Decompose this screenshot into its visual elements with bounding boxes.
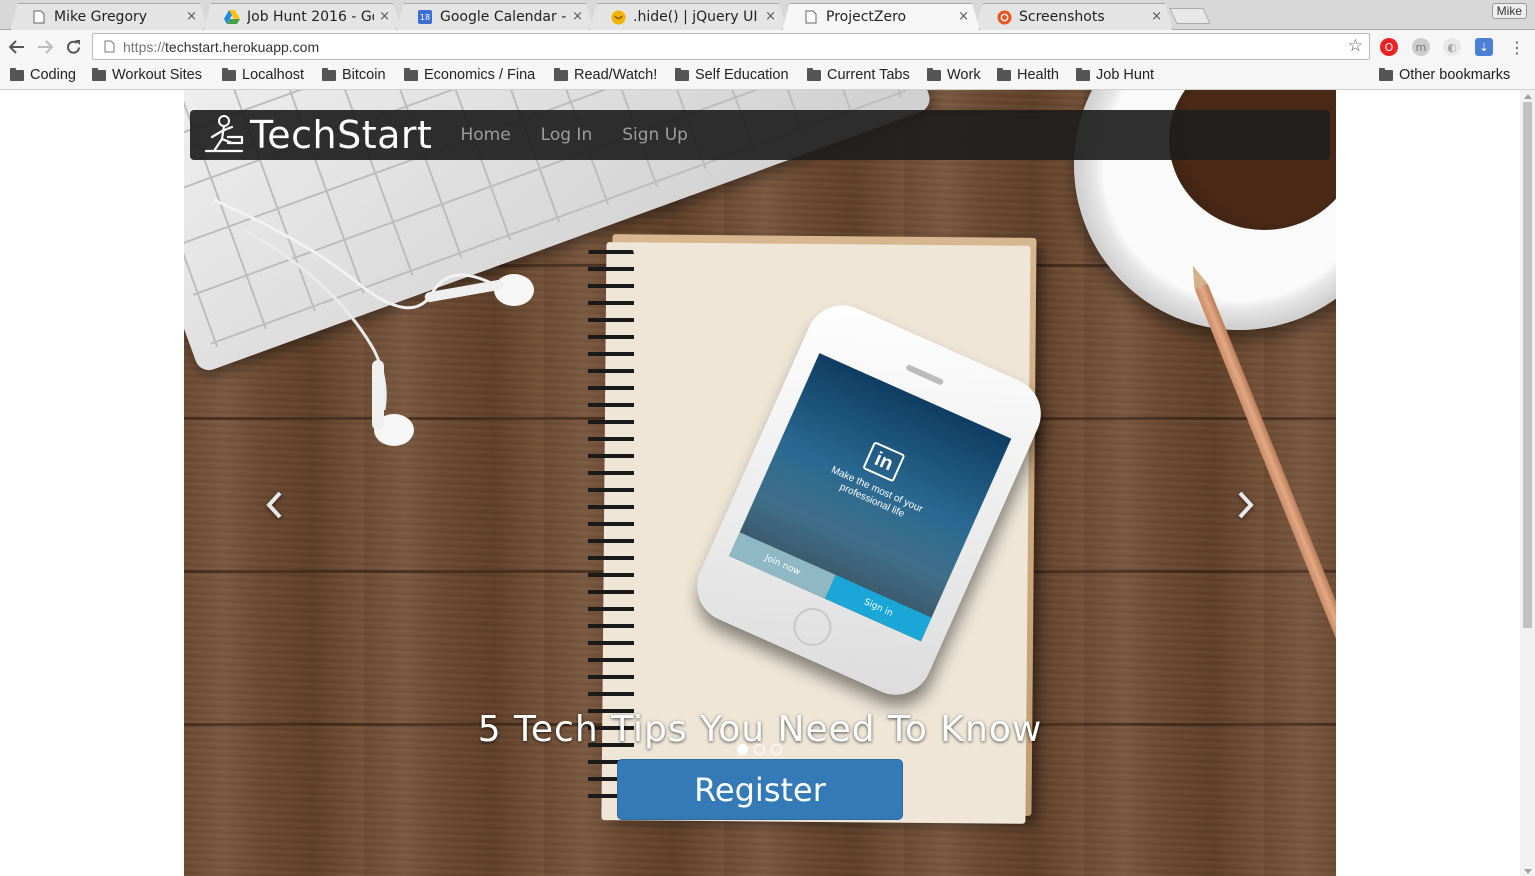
google-calendar-icon: 18 bbox=[417, 9, 433, 25]
tab-strip: Mike Gregory × Job Hunt 2016 - Go × 18 G… bbox=[0, 0, 1535, 30]
extension-generic-icon[interactable]: ◐ bbox=[1443, 38, 1461, 56]
new-tab-button[interactable] bbox=[1169, 8, 1211, 24]
carousel-indicator-2[interactable] bbox=[754, 744, 765, 755]
carousel-indicators bbox=[737, 744, 782, 755]
tab-jquery-hide[interactable]: .hide() | jQuery UI A × bbox=[589, 3, 787, 30]
folder-icon bbox=[1076, 67, 1090, 81]
tab-close-icon[interactable]: × bbox=[379, 9, 390, 24]
folder-icon bbox=[675, 67, 689, 81]
scroll-up-icon[interactable] bbox=[1524, 94, 1532, 99]
nav-link-signup[interactable]: Sign Up bbox=[622, 125, 688, 145]
ubuntu-icon bbox=[996, 9, 1012, 25]
phone-join-label: Join now bbox=[729, 532, 836, 599]
tab-title: Screenshots bbox=[1019, 9, 1105, 25]
chevron-right-icon bbox=[1238, 491, 1254, 519]
tab-projectzero[interactable]: ProjectZero × bbox=[782, 3, 980, 30]
google-drive-icon bbox=[224, 9, 240, 25]
bookmarks-bar: Coding Workout Sites Localhost Bitcoin E… bbox=[0, 63, 1535, 90]
jquery-icon bbox=[610, 9, 626, 25]
tab-close-icon[interactable]: × bbox=[186, 9, 197, 24]
bookmark-folder-self-education[interactable]: Self Education bbox=[675, 67, 789, 83]
chevron-left-icon bbox=[266, 491, 282, 519]
bookmark-star-icon[interactable]: ☆ bbox=[1348, 36, 1363, 56]
tab-title: Job Hunt 2016 - Go bbox=[247, 9, 374, 25]
folder-icon bbox=[807, 67, 821, 81]
carousel-next-button[interactable] bbox=[1226, 485, 1266, 525]
folder-icon bbox=[10, 67, 24, 81]
scrollbar-thumb[interactable] bbox=[1523, 102, 1532, 628]
folder-icon bbox=[927, 67, 941, 81]
bookmark-folder-bitcoin[interactable]: Bitcoin bbox=[322, 67, 386, 83]
folder-icon bbox=[322, 67, 336, 81]
brand-name: TechStart bbox=[250, 113, 433, 157]
brand-link[interactable]: TechStart bbox=[202, 113, 432, 157]
bookmark-folder-read-watch[interactable]: Read/Watch! bbox=[554, 67, 657, 83]
tab-title: .hide() | jQuery UI A bbox=[633, 9, 760, 25]
phone-sign-label: Sign in bbox=[825, 574, 932, 642]
extension-m-icon[interactable]: m bbox=[1412, 38, 1430, 56]
page-scrollbar[interactable] bbox=[1520, 90, 1535, 876]
opera-extension-icon[interactable]: O bbox=[1380, 38, 1398, 56]
url-text: https://techstart.herokuapp.com bbox=[123, 38, 320, 55]
other-bookmarks[interactable]: Other bookmarks bbox=[1379, 67, 1510, 83]
carousel-indicator-1[interactable] bbox=[737, 744, 748, 755]
scroll-down-icon[interactable] bbox=[1524, 869, 1532, 874]
folder-icon bbox=[1379, 67, 1393, 81]
tab-mike-gregory[interactable]: Mike Gregory × bbox=[10, 3, 208, 30]
folder-icon bbox=[997, 67, 1011, 81]
back-button[interactable] bbox=[6, 36, 28, 58]
browser-toolbar: https://techstart.herokuapp.com ☆ O m ◐ … bbox=[0, 30, 1535, 63]
forward-arrow-icon bbox=[38, 40, 53, 54]
folder-icon bbox=[92, 67, 106, 81]
page-icon bbox=[31, 9, 47, 25]
techstart-logo-icon bbox=[204, 115, 244, 153]
folder-icon bbox=[404, 67, 418, 81]
folder-icon bbox=[554, 67, 568, 81]
bookmark-folder-current-tabs[interactable]: Current Tabs bbox=[807, 67, 910, 83]
tab-close-icon[interactable]: × bbox=[572, 9, 583, 24]
tab-screenshots[interactable]: Screenshots × bbox=[975, 3, 1173, 30]
back-arrow-icon bbox=[9, 40, 24, 54]
tab-title: Mike Gregory bbox=[54, 9, 148, 25]
bookmark-folder-job-hunt[interactable]: Job Hunt bbox=[1076, 67, 1154, 83]
bookmark-folder-economics[interactable]: Economics / Fina bbox=[404, 67, 539, 83]
menu-icon[interactable]: ⋮ bbox=[1508, 38, 1526, 57]
page-viewport: in Make the most of your professional li… bbox=[0, 90, 1535, 876]
forward-button[interactable] bbox=[34, 36, 56, 58]
page-icon bbox=[803, 9, 819, 25]
linkedin-logo: in bbox=[862, 441, 906, 483]
nav-link-home[interactable]: Home bbox=[460, 125, 510, 145]
tab-close-icon[interactable]: × bbox=[958, 9, 969, 24]
carousel-prev-button[interactable] bbox=[254, 485, 294, 525]
reload-icon bbox=[66, 39, 80, 54]
page-icon bbox=[101, 40, 117, 53]
folder-icon bbox=[222, 67, 236, 81]
nav-link-login[interactable]: Log In bbox=[541, 125, 593, 145]
address-bar[interactable]: https://techstart.herokuapp.com ☆ bbox=[92, 33, 1370, 60]
tab-title: Google Calendar - W bbox=[440, 9, 567, 25]
bookmark-folder-localhost[interactable]: Localhost bbox=[222, 67, 304, 83]
bookmark-folder-health[interactable]: Health bbox=[997, 67, 1059, 83]
tab-close-icon[interactable]: × bbox=[765, 9, 776, 24]
reload-button[interactable] bbox=[62, 36, 84, 58]
carousel-indicator-3[interactable] bbox=[771, 744, 782, 755]
bookmark-folder-work[interactable]: Work bbox=[927, 67, 981, 83]
bookmark-folder-workout[interactable]: Workout Sites bbox=[92, 67, 202, 83]
hero-carousel: in Make the most of your professional li… bbox=[184, 90, 1336, 876]
tab-google-calendar[interactable]: 18 Google Calendar - W × bbox=[396, 3, 594, 30]
tab-close-icon[interactable]: × bbox=[1151, 9, 1162, 24]
tab-job-hunt[interactable]: Job Hunt 2016 - Go × bbox=[203, 3, 401, 30]
tab-title: ProjectZero bbox=[826, 9, 907, 25]
profile-button[interactable]: Mike bbox=[1491, 3, 1527, 19]
bookmark-folder-coding[interactable]: Coding bbox=[10, 67, 76, 83]
site-navbar: TechStart Home Log In Sign Up bbox=[190, 110, 1330, 160]
register-button[interactable]: Register bbox=[617, 759, 903, 820]
extension-download-icon[interactable]: ⇣ bbox=[1475, 38, 1493, 56]
